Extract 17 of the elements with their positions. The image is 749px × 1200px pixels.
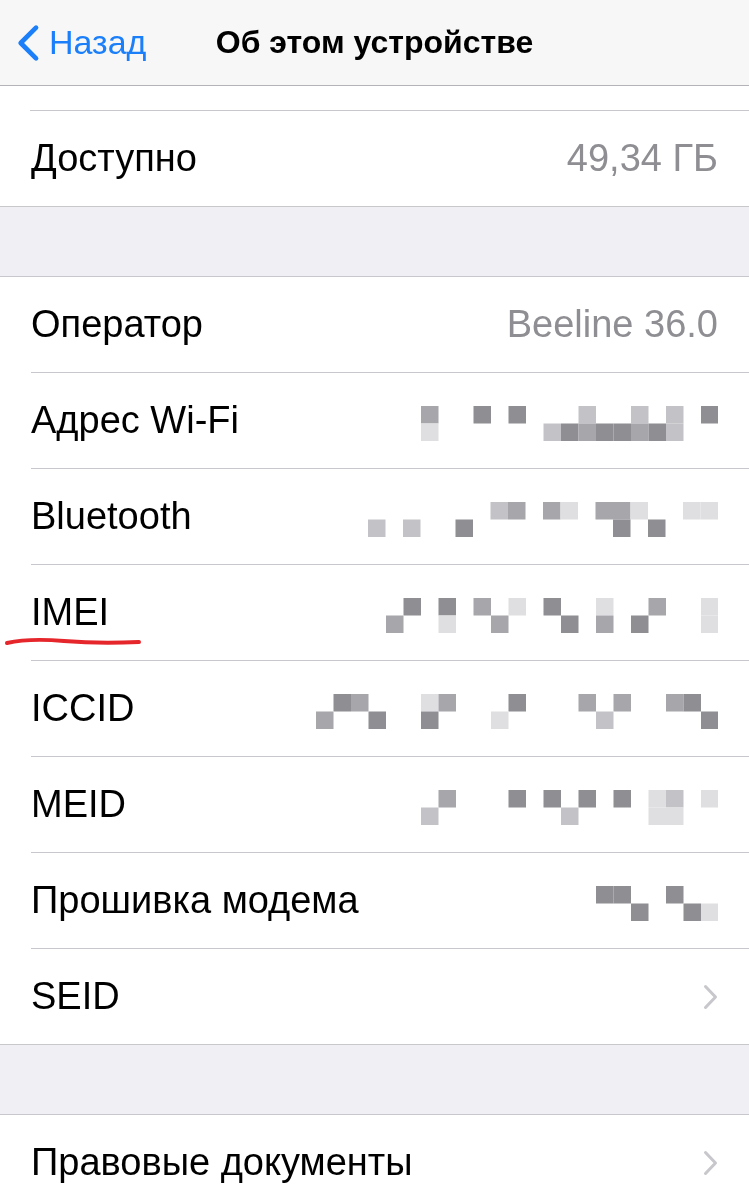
row-label: Bluetooth xyxy=(31,495,192,538)
back-button[interactable]: Назад xyxy=(16,23,147,62)
settings-link-row[interactable]: SEID xyxy=(31,949,749,1044)
chevron-right-icon xyxy=(703,1149,718,1176)
chevron-left-icon xyxy=(16,23,40,62)
chevron-right-icon xyxy=(703,983,718,1010)
row-label: Оператор xyxy=(31,303,203,346)
row-label: MEID xyxy=(31,783,126,826)
row-label: IMEI xyxy=(31,591,110,634)
settings-link-row[interactable]: Правовые документы xyxy=(31,1115,749,1200)
row-label: Адрес Wi-Fi xyxy=(31,399,239,442)
row-label: Доступно xyxy=(31,137,197,180)
screen-title: Об этом устройстве xyxy=(215,24,534,61)
row-value: 49,34 ГБ xyxy=(566,137,718,180)
row-label: Прошивка модема xyxy=(31,879,359,922)
row-label: ICCID xyxy=(31,687,135,730)
row-value: Beeline 36.0 xyxy=(506,303,718,346)
